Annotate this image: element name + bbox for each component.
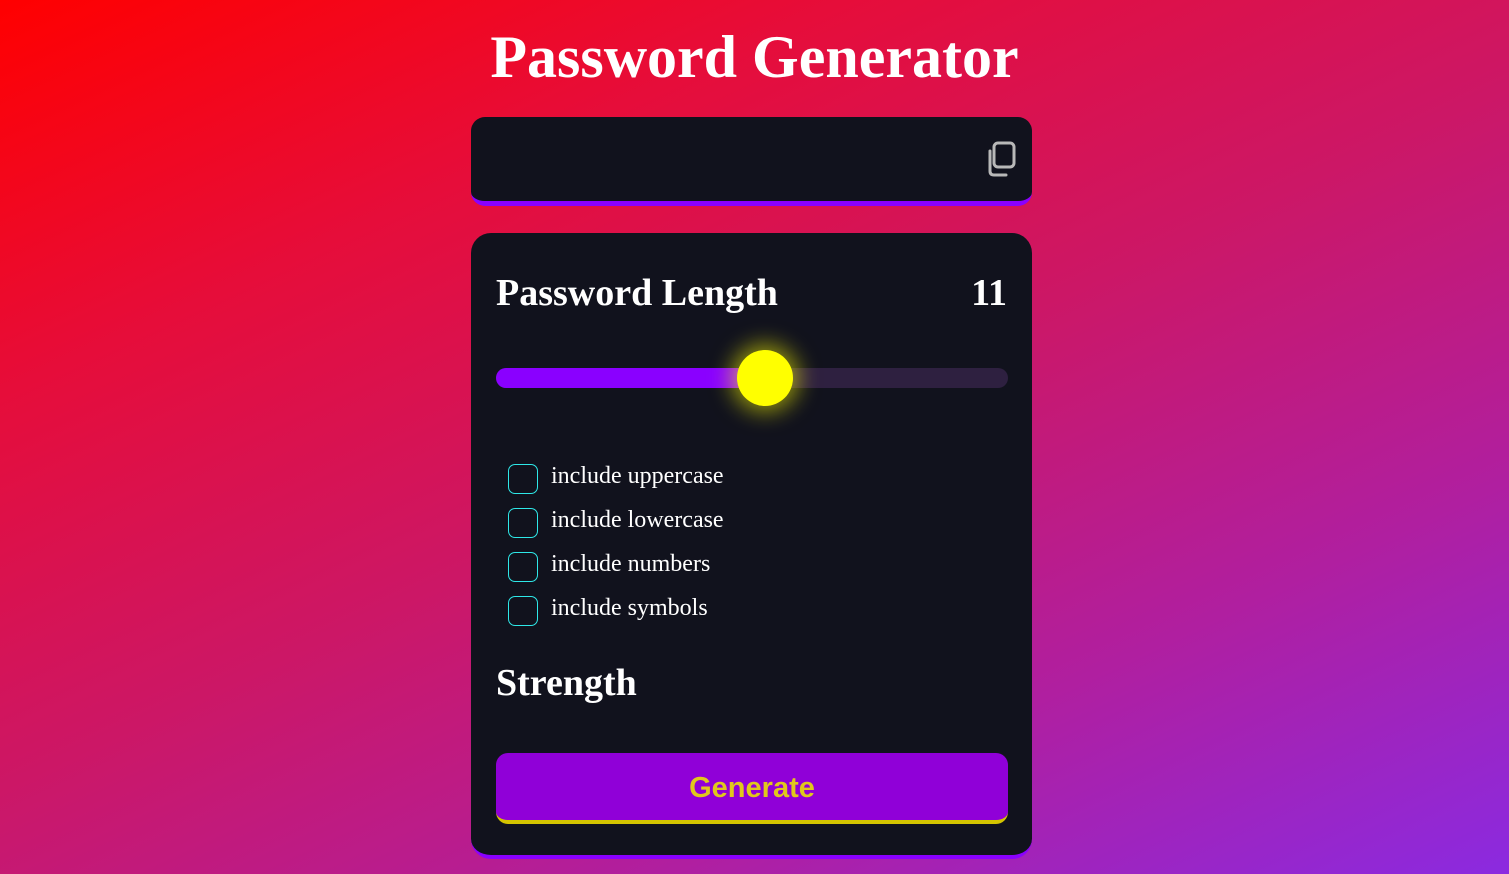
numbers-label: include numbers bbox=[551, 551, 711, 577]
password-display bbox=[471, 117, 1032, 206]
uppercase-checkbox[interactable] bbox=[508, 464, 538, 494]
copy-icon bbox=[988, 141, 1016, 177]
lowercase-checkbox[interactable] bbox=[508, 508, 538, 538]
length-label: Password Length bbox=[496, 272, 778, 314]
generate-button[interactable]: Generate bbox=[496, 753, 1008, 824]
option-symbols[interactable]: include symbols bbox=[508, 586, 724, 630]
numbers-checkbox[interactable] bbox=[508, 552, 538, 582]
option-uppercase[interactable]: include uppercase bbox=[508, 454, 724, 498]
lowercase-label: include lowercase bbox=[551, 507, 724, 533]
option-numbers[interactable]: include numbers bbox=[508, 542, 724, 586]
strength-label: Strength bbox=[496, 662, 637, 704]
copy-button[interactable] bbox=[982, 139, 1022, 179]
settings-panel: Password Length 11 include uppercase inc… bbox=[471, 233, 1032, 859]
length-slider[interactable] bbox=[496, 350, 1008, 406]
slider-fill bbox=[496, 368, 765, 388]
option-lowercase[interactable]: include lowercase bbox=[508, 498, 724, 542]
password-output-field[interactable] bbox=[491, 117, 975, 203]
options-list: include uppercase include lowercase incl… bbox=[508, 454, 724, 630]
symbols-label: include symbols bbox=[551, 595, 708, 621]
symbols-checkbox[interactable] bbox=[508, 596, 538, 626]
uppercase-label: include uppercase bbox=[551, 463, 724, 489]
page-title: Password Generator bbox=[490, 24, 1019, 90]
slider-thumb[interactable] bbox=[736, 350, 793, 406]
length-value: 11 bbox=[971, 272, 1007, 314]
